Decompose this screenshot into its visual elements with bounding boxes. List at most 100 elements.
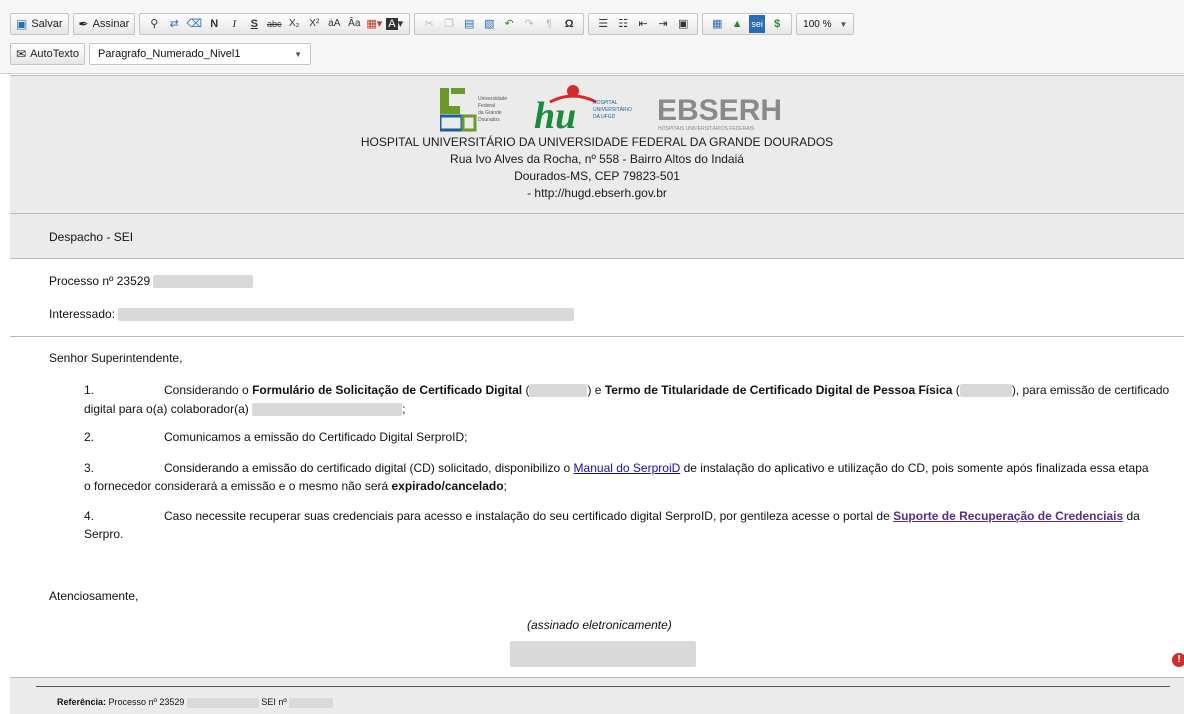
item-text: ) e [587,383,605,397]
institution-name: HOSPITAL UNIVERSITÁRIO DA UNIVERSIDADE F… [360,135,834,149]
doc-type-title: Despacho - SEI [49,230,134,244]
item-3-line-2: o fornecedor considerará a emissão e o m… [84,479,507,493]
doc-type-rule [10,258,1184,259]
item-number: 4. [84,509,95,523]
item-text: Considerando o [164,383,253,397]
text-color-icon[interactable]: ▦▾ [366,15,382,33]
subscript-icon[interactable]: X₂ [286,15,302,33]
chevron-down-icon: ▼ [839,19,848,29]
save-button[interactable]: ▣ Salvar [10,13,69,35]
closing: Atenciosamente, [49,589,139,603]
redacted-block [289,697,334,708]
search-icon[interactable]: ⚲ [146,15,162,33]
credential-recovery-link[interactable]: Suporte de Recuperação de Credenciais [893,509,1123,523]
copy-icon[interactable]: ❐ [441,15,457,33]
footer-ref-label: Referência: [57,697,107,707]
format-group: ⚲ ⇄ ⌫ N I S abc X₂ X² ẚA Âa ▦▾ A ▾ [139,13,411,35]
salutation: Senhor Superintendente, [49,351,183,365]
item-text: o fornecedor considerará a emissão e o m… [84,479,392,493]
redo-icon[interactable]: ↷ [521,15,537,33]
replace-icon[interactable]: ⇄ [166,15,182,33]
item-text: da [1123,509,1140,523]
alert-icon[interactable]: ! [1172,653,1184,667]
ufgd-line-4: Dourados [478,117,500,123]
footer-sei-label: SEI nº [261,697,287,707]
process-number: Processo nº 23529 [49,274,254,289]
item-text: de instalação do aplicativo e utilização… [680,461,1149,475]
ebserh-logo-text: EBSERH [657,94,782,127]
link-sei-icon[interactable]: ▲ [729,15,745,33]
item-text: digital para o(a) colaborador(a) [84,402,253,416]
numbered-list-icon[interactable]: ☰ [595,15,611,33]
serproid-manual-link[interactable]: Manual do SerproiD [574,461,681,475]
pilcrow-icon[interactable]: ¶ [541,15,557,33]
list-group: ☰ ☷ ⇤ ⇥ ▣ [588,13,699,35]
autotext-button[interactable]: ✉ AutoTexto [10,43,85,65]
hu-line-1: HOSPITAL [593,100,618,106]
item-4-line-2: Serpro. [84,527,124,541]
signer-name-redacted [510,641,696,667]
indent-icon[interactable]: ⇥ [655,15,671,33]
item-bold: Formulário de Solicitação de Certificado… [252,383,523,397]
editor-toolbar: ▣ Salvar ✒ Assinar ⚲ ⇄ ⌫ N I S abc X₂ X² ẚ… [0,0,1184,74]
uppercase-icon[interactable]: ẚA [326,15,342,33]
paste-word-icon[interactable]: ▧ [481,15,497,33]
save-label: Salvar [31,18,63,30]
hu-line-2: UNIVERSITÁRIO [593,106,632,113]
ebserh-logo: EBSERH HOSPITAIS UNIVERSITÁRIOS FEDERAIS [657,94,782,132]
ufgd-line-2: Federal [478,103,495,109]
omega-icon[interactable]: Ω [561,15,577,33]
sign-button[interactable]: ✒ Assinar [72,13,136,35]
item-text: Caso necessite recuperar suas credenciai… [164,509,894,523]
toolbar-row-2: ✉ AutoTexto Paragrafo_Numerado_Nivel1 ▼ [10,42,311,66]
pen-icon: ✒ [78,17,89,31]
dollar-icon[interactable]: $ [769,15,785,33]
autotext-label: AutoTexto [30,48,79,60]
speech-bubble-icon: ✉ [16,47,27,61]
bulleted-list-icon[interactable]: ☷ [615,15,631,33]
redacted-block [118,308,575,322]
item-text: ; [402,402,406,416]
info-rule [10,336,1184,337]
redacted-block [252,403,403,417]
item-text: ), para emissão de certificado [1011,383,1170,397]
institution-site: - http://hugd.ebserh.gov.br [527,186,667,200]
eraser-icon[interactable]: ⌫ [186,15,203,33]
doc-type-band [10,214,1184,258]
italic-icon[interactable]: I [226,15,242,33]
bold-icon[interactable]: N [206,15,222,33]
ufgd-line-3: da Grande [478,110,502,116]
hu-line-3: DA UFGD [593,114,616,120]
lowercase-icon[interactable]: Âa [346,15,362,33]
item-number: 2. [84,430,95,444]
paste-icon[interactable]: ▤ [461,15,477,33]
ebserh-logo-sub: HOSPITAIS UNIVERSITÁRIOS FEDERAIS [658,125,755,132]
interested-party: Interessado: [49,307,575,322]
superscript-icon[interactable]: X² [306,15,322,33]
item-number: 1. [84,383,95,397]
sei-icon[interactable]: sei [749,15,766,33]
redacted-block [510,641,696,667]
ufgd-logo: Universidade Federal da Grande Dourados [440,88,507,132]
table-icon[interactable]: ▦ [709,15,725,33]
redacted-block [529,384,588,398]
item-2-text: Comunicamos a emissão do Certificado Dig… [164,430,468,444]
redacted-block [959,384,1012,398]
zoom-value: 100 % [803,18,832,30]
chevron-down-icon: ▼ [294,49,302,59]
paragraph-style-select[interactable]: Paragrafo_Numerado_Nivel1 ▼ [88,43,311,65]
undo-icon[interactable]: ↶ [501,15,517,33]
image-icon[interactable]: ▣ [675,15,691,33]
sei-group: ▦ ▲ sei $ [702,13,793,35]
cut-icon[interactable]: ✂ [421,15,437,33]
ufgd-line-1: Universidade [478,96,507,102]
sign-label: Assinar [92,18,130,30]
bg-color-icon[interactable]: A ▾ [386,15,403,33]
strike-icon[interactable]: abc [266,15,282,33]
institution-logos: Universidade Federal da Grande Dourados … [440,85,782,132]
item-4-line-1: Caso necessite recuperar suas credenciai… [164,509,1140,523]
outdent-icon[interactable]: ⇤ [635,15,651,33]
item-text: ( [522,383,530,397]
zoom-select[interactable]: 100 % ▼ [796,13,855,35]
underline-icon[interactable]: S [246,15,262,33]
